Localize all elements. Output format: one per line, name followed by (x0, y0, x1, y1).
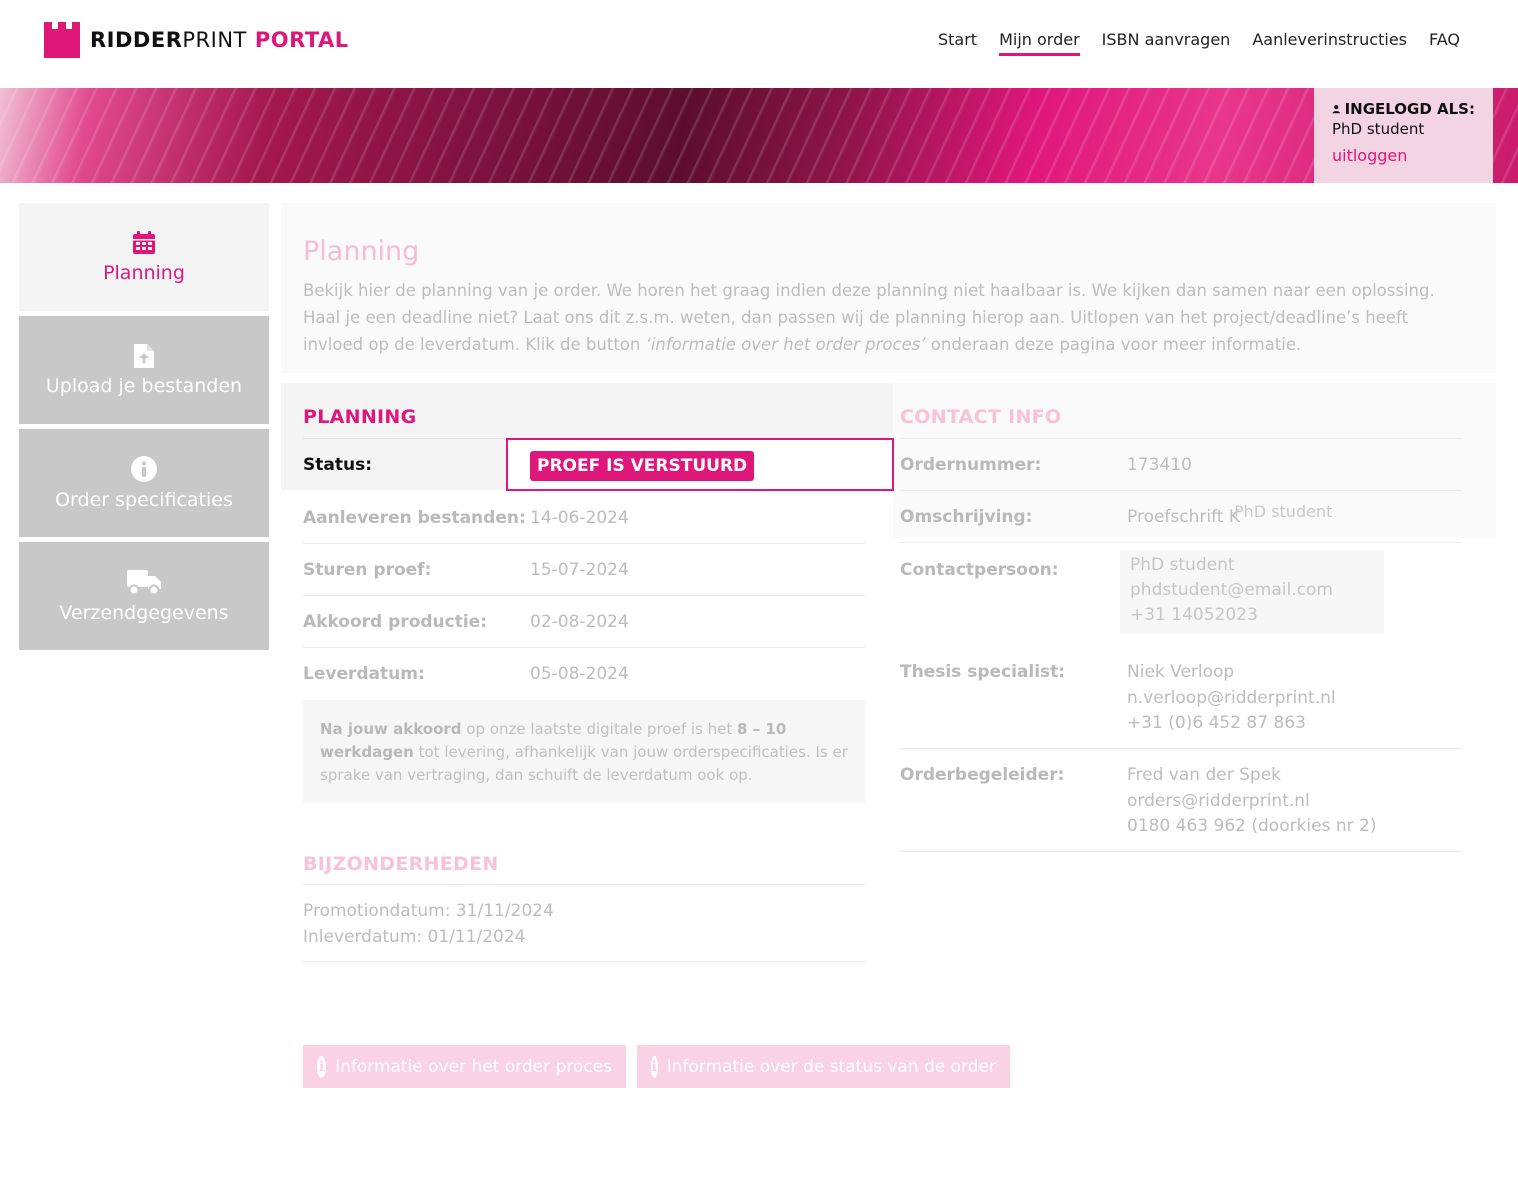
thesis-specialist-name: Niek Verloop (1127, 662, 1235, 682)
page-title: Planning (303, 236, 420, 267)
planning-row-value: 14-06-2024 (530, 508, 629, 528)
status-order-info-label: Informatie over de status van de order (666, 1056, 996, 1077)
thesis-specialist-phone: +31 (0)6 452 87 863 (1127, 713, 1306, 733)
info-icon: i (317, 1055, 327, 1078)
sidebar: Planning Upload je bestanden Order speci… (19, 203, 269, 655)
login-title-row: INGELOGD ALS: (1332, 100, 1475, 118)
sidebar-item-label: Order specificaties (55, 489, 233, 511)
ordernummer-label: Ordernummer: (900, 455, 1042, 475)
contactpersoon-label: Contactpersoon: (900, 560, 1059, 580)
thesis-specialist-email[interactable]: n.verloop@ridderprint.nl (1127, 686, 1336, 712)
logo-text-light: PRINT (182, 28, 247, 52)
banner-stripes (0, 88, 1518, 183)
divider (900, 851, 1462, 852)
contactpersoon-phone: +31 14052023 (1130, 605, 1258, 625)
header: RIDDERPRINT PORTAL Start Mijn order ISBN … (0, 0, 1518, 88)
planning-row-value: 02-08-2024 (530, 612, 629, 632)
intro-text-italic: ‘informatie over het order proces’ (645, 335, 926, 354)
info-icon (131, 456, 157, 482)
sidebar-item-order-specificaties[interactable]: Order specificaties (19, 429, 269, 537)
orderbegeleider-label: Orderbegeleider: (900, 765, 1065, 785)
login-box: INGELOGD ALS: PhD student uitloggen (1314, 88, 1493, 183)
divider (303, 595, 865, 596)
sidebar-item-label: Upload je bestanden (45, 375, 243, 397)
divider (303, 647, 865, 648)
sidebar-item-label: Verzendgegevens (59, 602, 229, 624)
thesis-specialist-label: Thesis specialist: (900, 662, 1066, 682)
contact-section-title: CONTACT INFO (900, 406, 1062, 428)
login-title: INGELOGD ALS: (1344, 100, 1475, 118)
planning-row-label: Akkoord productie: (303, 612, 488, 632)
order-proces-info-button[interactable]: i Informatie over het order proces (303, 1045, 626, 1088)
nav-aanleverinstructies[interactable]: Aanleverinstructies (1252, 30, 1407, 56)
planning-row-label: Aanleveren bestanden: (303, 508, 526, 528)
inleverdatum: Inleverdatum: 01/11/2024 (303, 927, 526, 947)
divider (900, 748, 1462, 749)
nav-mijn-order[interactable]: Mijn order (999, 30, 1080, 56)
orderbegeleider-phone: 0180 463 962 (doorkies nr 2) (1127, 816, 1377, 836)
divider (303, 543, 865, 544)
note-bold: Na jouw akkoord (320, 720, 462, 738)
info-icon: i (651, 1055, 658, 1078)
delivery-note: Na jouw akkoord op onze laatste digitale… (303, 700, 865, 803)
nav-isbn-aanvragen[interactable]: ISBN aanvragen (1102, 30, 1231, 56)
contactpersoon-email[interactable]: phdstudent@email.com (1130, 578, 1333, 603)
divider (900, 438, 1462, 439)
omschrijving-label: Omschrijving: (900, 507, 1033, 527)
planning-section-title: PLANNING (303, 406, 417, 428)
main-nav: Start Mijn order ISBN aanvragen Aanlever… (916, 30, 1460, 56)
sidebar-item-upload[interactable]: Upload je bestanden (19, 316, 269, 424)
ordernummer-value: 173410 (1127, 455, 1192, 475)
logo-text: RIDDERPRINT PORTAL (90, 22, 349, 58)
planning-row-value: 05-08-2024 (530, 664, 629, 684)
status-badge: PROEF IS VERSTUURD (530, 451, 755, 481)
hero-banner (0, 88, 1518, 183)
divider (900, 542, 1462, 543)
omschrijving-value: Proefschrift K (1127, 507, 1241, 527)
orderbegeleider-name: Fred van der Spek (1127, 765, 1281, 785)
planning-row-value: 15-07-2024 (530, 560, 629, 580)
status-label: Status: (303, 455, 372, 475)
castle-logo-icon (44, 22, 80, 58)
intro-text: Bekijk hier de planning van je order. We… (303, 277, 1463, 358)
login-user: PhD student (1332, 120, 1425, 138)
orderbegeleider-email[interactable]: orders@ridderprint.nl (1127, 789, 1377, 815)
omschrijving-overlay: PhD student (1234, 502, 1333, 521)
user-icon (1332, 105, 1341, 114)
contactpersoon-details: PhD student phdstudent@email.com +31 140… (1130, 553, 1333, 628)
promotiondatum: Promotiondatum: 31/11/2024 (303, 901, 554, 921)
truck-icon (127, 570, 161, 596)
order-proces-info-label: Informatie over het order proces (335, 1056, 612, 1077)
divider (900, 490, 1462, 491)
logo-text-portal: PORTAL (254, 28, 349, 52)
divider (303, 438, 506, 439)
intro-text-part: onderaan deze pagina voor meer informati… (925, 335, 1302, 354)
sidebar-item-label: Planning (103, 262, 185, 284)
note-text: op onze laatste digitale proef is het (461, 720, 738, 738)
file-upload-icon (134, 344, 154, 368)
thesis-specialist-details: Niek Verloop n.verloop@ridderprint.nl +3… (1127, 660, 1336, 737)
calendar-icon (133, 231, 155, 254)
nav-faq[interactable]: FAQ (1429, 30, 1460, 56)
orderbegeleider-details: Fred van der Spek orders@ridderprint.nl … (1127, 763, 1377, 840)
nav-start[interactable]: Start (938, 30, 977, 56)
logout-link[interactable]: uitloggen (1332, 146, 1475, 165)
sidebar-item-verzendgegevens[interactable]: Verzendgegevens (19, 542, 269, 650)
bijzonderheden-title: BIJZONDERHEDEN (303, 853, 499, 875)
divider (303, 884, 865, 885)
sidebar-item-planning[interactable]: Planning (19, 203, 269, 311)
contactpersoon-name: PhD student (1130, 555, 1235, 575)
logo-text-bold: RIDDER (90, 28, 183, 52)
planning-row-label: Sturen proef: (303, 560, 432, 580)
divider (303, 961, 865, 962)
status-order-info-button[interactable]: i Informatie over de status van de order (637, 1045, 1010, 1088)
planning-row-label: Leverdatum: (303, 664, 425, 684)
logo[interactable]: RIDDERPRINT PORTAL (44, 22, 349, 58)
